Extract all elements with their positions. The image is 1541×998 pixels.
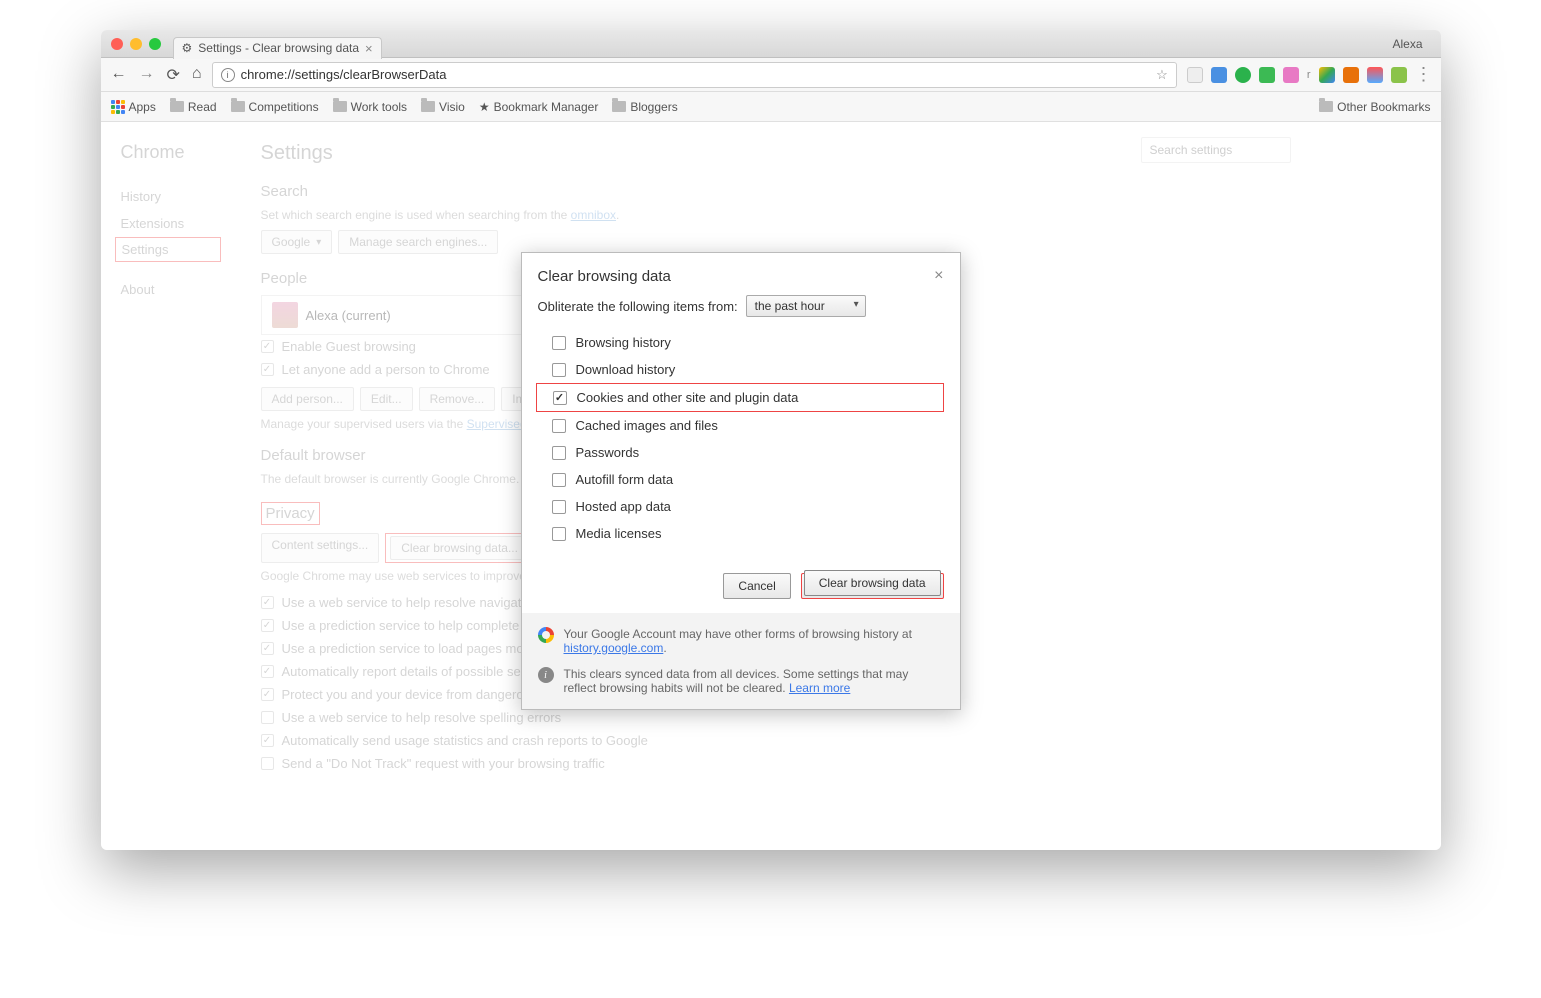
google-logo-icon [538, 627, 554, 643]
bookmark-label: Bookmark Manager [494, 100, 599, 114]
ext-icon[interactable]: r [1307, 69, 1311, 81]
ext-icon[interactable] [1235, 67, 1251, 83]
checkbox[interactable] [552, 446, 566, 460]
checkbox-label: Hosted app data [576, 499, 671, 514]
checkbox[interactable] [552, 473, 566, 487]
bookmark-label: Work tools [351, 100, 407, 114]
bookmark-folder[interactable]: Competitions [231, 100, 319, 114]
checkbox-label: Passwords [576, 445, 640, 460]
checkbox-label: Cached images and files [576, 418, 718, 433]
browser-tab[interactable]: ⚙ Settings - Clear browsing data × [173, 37, 382, 59]
checkbox-label: Download history [576, 362, 676, 377]
checkbox-label: Browsing history [576, 335, 671, 350]
forward-button[interactable]: → [139, 65, 155, 85]
ext-icon[interactable] [1187, 67, 1203, 83]
checkbox-label: Cookies and other site and plugin data [577, 390, 799, 405]
titlebar: ⚙ Settings - Clear browsing data × Alexa [101, 30, 1441, 58]
checkbox[interactable] [552, 527, 566, 541]
browser-window: ⚙ Settings - Clear browsing data × Alexa… [101, 30, 1441, 850]
profile-label[interactable]: Alexa [1392, 37, 1430, 51]
bookmark-folder[interactable]: Work tools [333, 100, 407, 114]
minimize-window-icon[interactable] [130, 38, 142, 50]
site-info-icon[interactable]: i [221, 68, 235, 82]
bookmark-folder[interactable]: Visio [421, 100, 465, 114]
checkbox-label: Autofill form data [576, 472, 674, 487]
ext-icon[interactable] [1391, 67, 1407, 83]
bookmark-star-icon[interactable]: ☆ [1156, 67, 1168, 83]
ext-icon[interactable] [1211, 67, 1227, 83]
checkbox-label: Media licenses [576, 526, 662, 541]
bookmark-label: Visio [439, 100, 465, 114]
dialog-title: Clear browsing data [538, 268, 671, 285]
clear-browsing-data-dialog: Clear browsing data × Obliterate the fol… [521, 252, 961, 710]
bookmark-folder[interactable]: Read [170, 100, 217, 114]
folder-icon [231, 101, 245, 112]
ext-icon[interactable] [1367, 67, 1383, 83]
menu-icon[interactable]: ⋮ [1415, 64, 1431, 85]
nav-controls: ← → ⟳ ⌂ [111, 65, 202, 85]
tab-close-icon[interactable]: × [365, 41, 373, 56]
obliterate-label: Obliterate the following items from: [538, 299, 738, 314]
back-button[interactable]: ← [111, 65, 127, 85]
bookmark-label: Other Bookmarks [1337, 100, 1430, 114]
folder-icon [333, 101, 347, 112]
bookmark-label: Competitions [249, 100, 319, 114]
home-button[interactable]: ⌂ [192, 65, 202, 85]
learn-more-link[interactable]: Learn more [789, 681, 850, 695]
tab-title: Settings - Clear browsing data [198, 41, 359, 55]
window-controls [111, 38, 161, 50]
info-icon: i [538, 667, 554, 683]
apps-label: Apps [129, 100, 156, 114]
maximize-window-icon[interactable] [149, 38, 161, 50]
url-text: chrome://settings/clearBrowserData [241, 67, 447, 82]
bookmark-manager[interactable]: ★ Bookmark Manager [479, 100, 598, 114]
content-area: Chrome History Extensions Settings About… [101, 122, 1441, 850]
checkbox[interactable] [552, 363, 566, 377]
bookmark-label: Read [188, 100, 217, 114]
folder-icon [612, 101, 626, 112]
checkbox[interactable] [552, 336, 566, 350]
checkbox[interactable] [552, 500, 566, 514]
star-icon: ★ [479, 100, 490, 114]
ext-icon[interactable] [1343, 67, 1359, 83]
ext-icon[interactable] [1283, 67, 1299, 83]
apps-shortcut[interactable]: Apps [111, 100, 156, 114]
checkbox[interactable] [553, 391, 567, 405]
apps-icon [111, 100, 125, 114]
bookmark-label: Bloggers [630, 100, 677, 114]
other-bookmarks[interactable]: Other Bookmarks [1319, 100, 1430, 114]
ext-icon[interactable] [1319, 67, 1335, 83]
folder-icon [421, 101, 435, 112]
ext-icon[interactable] [1259, 67, 1275, 83]
clear-browsing-data-confirm-button[interactable]: Clear browsing data [804, 570, 941, 596]
checkbox[interactable] [552, 419, 566, 433]
folder-icon [170, 101, 184, 112]
toolbar: ← → ⟳ ⌂ i chrome://settings/clearBrowser… [101, 58, 1441, 92]
extension-icons: r ⋮ [1187, 64, 1431, 85]
clear-button-highlight: Clear browsing data [801, 573, 944, 599]
history-google-link[interactable]: history.google.com [564, 641, 664, 655]
bookmark-folder[interactable]: Bloggers [612, 100, 677, 114]
bookmarks-bar: Apps Read Competitions Work tools Visio … [101, 92, 1441, 122]
folder-icon [1319, 101, 1333, 112]
reload-button[interactable]: ⟳ [167, 65, 180, 85]
dialog-close-icon[interactable]: × [934, 267, 943, 285]
omnibox[interactable]: i chrome://settings/clearBrowserData ☆ [212, 62, 1177, 88]
close-window-icon[interactable] [111, 38, 123, 50]
time-range-select[interactable]: the past hour [746, 295, 866, 317]
gear-icon: ⚙ [182, 41, 193, 55]
cancel-button[interactable]: Cancel [723, 573, 790, 599]
dialog-footer: Your Google Account may have other forms… [522, 613, 960, 709]
